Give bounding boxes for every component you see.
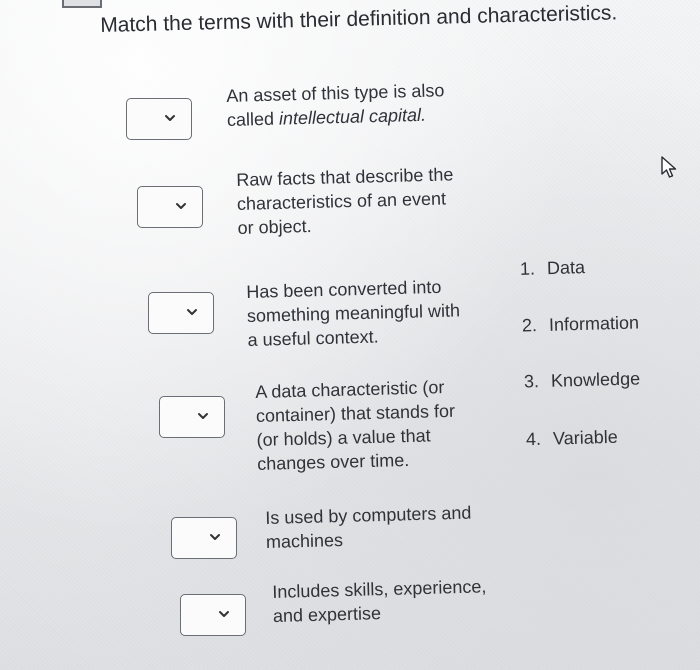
option-label: Knowledge	[550, 368, 641, 391]
option-item-variable: 4. Variable	[526, 427, 618, 450]
definition-text: Includes skills, experience, and experti…	[272, 574, 487, 628]
option-label: Variable	[552, 426, 618, 449]
option-item-information: 2. Information	[522, 312, 640, 336]
chevron-down-icon	[210, 534, 220, 540]
option-item-data: 1. Data	[520, 257, 586, 280]
chevron-down-icon	[176, 203, 186, 209]
option-label: Information	[548, 312, 640, 335]
definition-fragment: called	[226, 108, 280, 130]
chevron-down-icon	[198, 413, 208, 419]
chevron-down-icon	[219, 611, 229, 617]
chevron-down-icon	[165, 115, 175, 121]
definition-emphasis: intellectual capital.	[278, 104, 427, 129]
option-number: 4.	[525, 428, 542, 450]
option-number: 2.	[521, 315, 538, 336]
answer-select[interactable]	[171, 517, 237, 559]
option-number: 1.	[519, 258, 536, 279]
option-label: Data	[546, 257, 586, 279]
definition-text: A data characteristic (or container) tha…	[255, 375, 457, 476]
option-number: 3.	[523, 371, 540, 392]
definition-text: Is used by computers and machines	[265, 501, 472, 554]
definition-text: Has been converted into something meanin…	[246, 274, 461, 352]
mouse-cursor-icon	[661, 156, 677, 178]
answer-select[interactable]	[180, 594, 246, 636]
answer-select[interactable]	[137, 186, 203, 228]
definition-text: Raw facts that describe the characterist…	[236, 162, 455, 240]
answer-select[interactable]	[148, 292, 214, 334]
window-edge	[62, 0, 102, 8]
chevron-down-icon	[187, 309, 197, 315]
answer-select[interactable]	[159, 396, 225, 438]
definition-text: An asset of this type is also called int…	[226, 78, 445, 132]
option-item-knowledge: 3. Knowledge	[524, 368, 641, 392]
answer-select[interactable]	[126, 98, 192, 140]
